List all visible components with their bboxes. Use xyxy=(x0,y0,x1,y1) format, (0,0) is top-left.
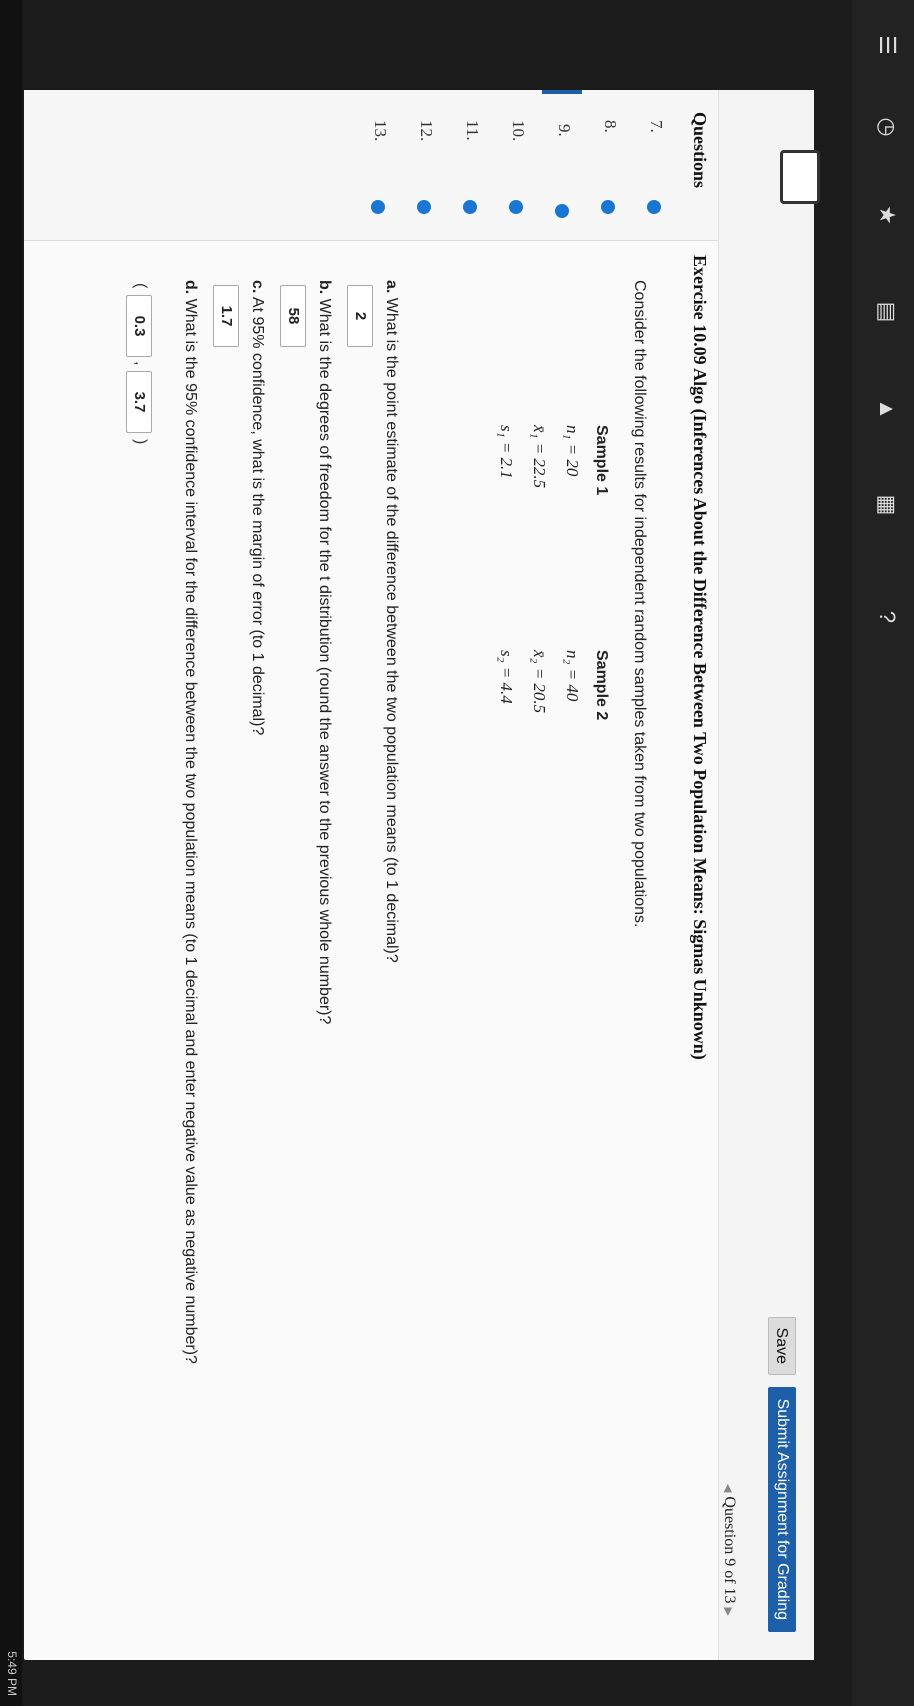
sidebar-title: Questions xyxy=(690,112,710,189)
part-d-lower-input[interactable]: 0.3 xyxy=(126,295,152,357)
save-button[interactable]: Save xyxy=(768,1316,796,1375)
part-b-answer-input[interactable]: 58 xyxy=(280,285,306,347)
question-item-10[interactable]: 10. xyxy=(496,90,536,240)
sample-1-s: s₁ = 2.1 xyxy=(497,425,516,479)
interval-close-paren: ) xyxy=(132,439,149,445)
part-c-question: c. At 95% confidence, what is the margin… xyxy=(249,280,266,736)
interval-open-paren: ( xyxy=(132,283,149,289)
answered-dot-icon xyxy=(647,200,661,214)
questions-sidebar: Questions 7. 8. 9. 10. 11. 12. 13. xyxy=(24,90,718,244)
hat-icon[interactable]: ▲ xyxy=(870,392,904,426)
sample-2-s: s₂ = 4.4 xyxy=(497,650,516,704)
question-item-9[interactable]: 9. xyxy=(542,90,582,244)
question-item-13[interactable]: 13. xyxy=(358,90,398,240)
keyboard-icon[interactable] xyxy=(780,150,820,204)
calculator-icon[interactable]: ▦ xyxy=(870,488,904,522)
sample-1-column: Sample 1 n₁ = 20 x̄₁ = 22.5 s₁ = 2.1 xyxy=(483,425,610,625)
book-icon[interactable]: ▤ xyxy=(870,295,904,329)
question-content: Exercise 10.09 Algo (Inferences About th… xyxy=(24,255,718,1640)
os-taskbar: 5:49 PM xyxy=(0,0,22,1706)
sample-2-n: n₂ = 40 xyxy=(563,650,582,702)
question-item-7[interactable]: 7. xyxy=(634,90,674,240)
clock-icon[interactable]: ◷ xyxy=(870,110,904,144)
answered-dot-icon xyxy=(509,200,523,214)
part-a-answer-input[interactable]: 2 xyxy=(347,285,373,347)
star-icon[interactable]: ★ xyxy=(870,198,904,232)
sample-1-mean: x̄₁ = 22.5 xyxy=(530,425,549,489)
part-c-answer-input[interactable]: 1.7 xyxy=(213,285,239,347)
question-counter: Question 9 of 13 xyxy=(721,1496,738,1604)
question-item-8[interactable]: 8. xyxy=(588,90,628,240)
submit-assignment-button[interactable]: Submit Assignment for Grading xyxy=(768,1386,796,1632)
answered-dot-icon xyxy=(417,200,431,214)
question-item-12[interactable]: 12. xyxy=(404,90,444,240)
question-navigator[interactable]: ◀ Question 9 of 13 ▶ xyxy=(720,1480,738,1620)
taskbar-clock: 5:49 PM xyxy=(5,1651,19,1696)
menu-icon[interactable]: ☰ xyxy=(870,28,904,62)
part-d-question: d. What is the 95% confidence interval f… xyxy=(182,280,199,1364)
question-item-11[interactable]: 11. xyxy=(450,90,490,240)
question-prompt: Consider the following results for indep… xyxy=(631,280,648,928)
interval-comma: , xyxy=(132,361,149,366)
part-a-question: a. What is the point estimate of the dif… xyxy=(383,280,400,963)
sample-1-header: Sample 1 xyxy=(593,425,610,496)
help-icon[interactable]: ? xyxy=(870,600,904,634)
answered-dot-icon xyxy=(601,200,615,214)
answered-dot-icon xyxy=(555,204,569,218)
app-icon-rail: ☰ ◷ ★ ▤ ▲ ▦ ? xyxy=(852,0,914,1706)
sample-2-column: Sample 2 n₂ = 40 x̄₂ = 20.5 s₂ = 4.4 xyxy=(483,650,610,850)
prev-question-icon[interactable]: ◀ xyxy=(722,1484,734,1492)
sample-2-mean: x̄₂ = 20.5 xyxy=(530,650,549,714)
answered-dot-icon xyxy=(463,200,477,214)
answered-dot-icon xyxy=(371,200,385,214)
exercise-title: Exercise 10.09 Algo (Inferences About th… xyxy=(690,255,710,1060)
part-b-question: b. What is the degrees of freedom for th… xyxy=(316,280,333,1025)
assignment-page: Save Submit Assignment for Grading ◀ Ques… xyxy=(24,90,820,1660)
next-question-icon[interactable]: ▶ xyxy=(722,1608,734,1616)
part-d-upper-input[interactable]: 3.7 xyxy=(126,371,152,433)
sample-2-header: Sample 2 xyxy=(593,650,610,721)
sample-1-n: n₁ = 20 xyxy=(563,425,582,477)
top-bar: Save Submit Assignment for Grading ◀ Ques… xyxy=(718,90,820,1660)
